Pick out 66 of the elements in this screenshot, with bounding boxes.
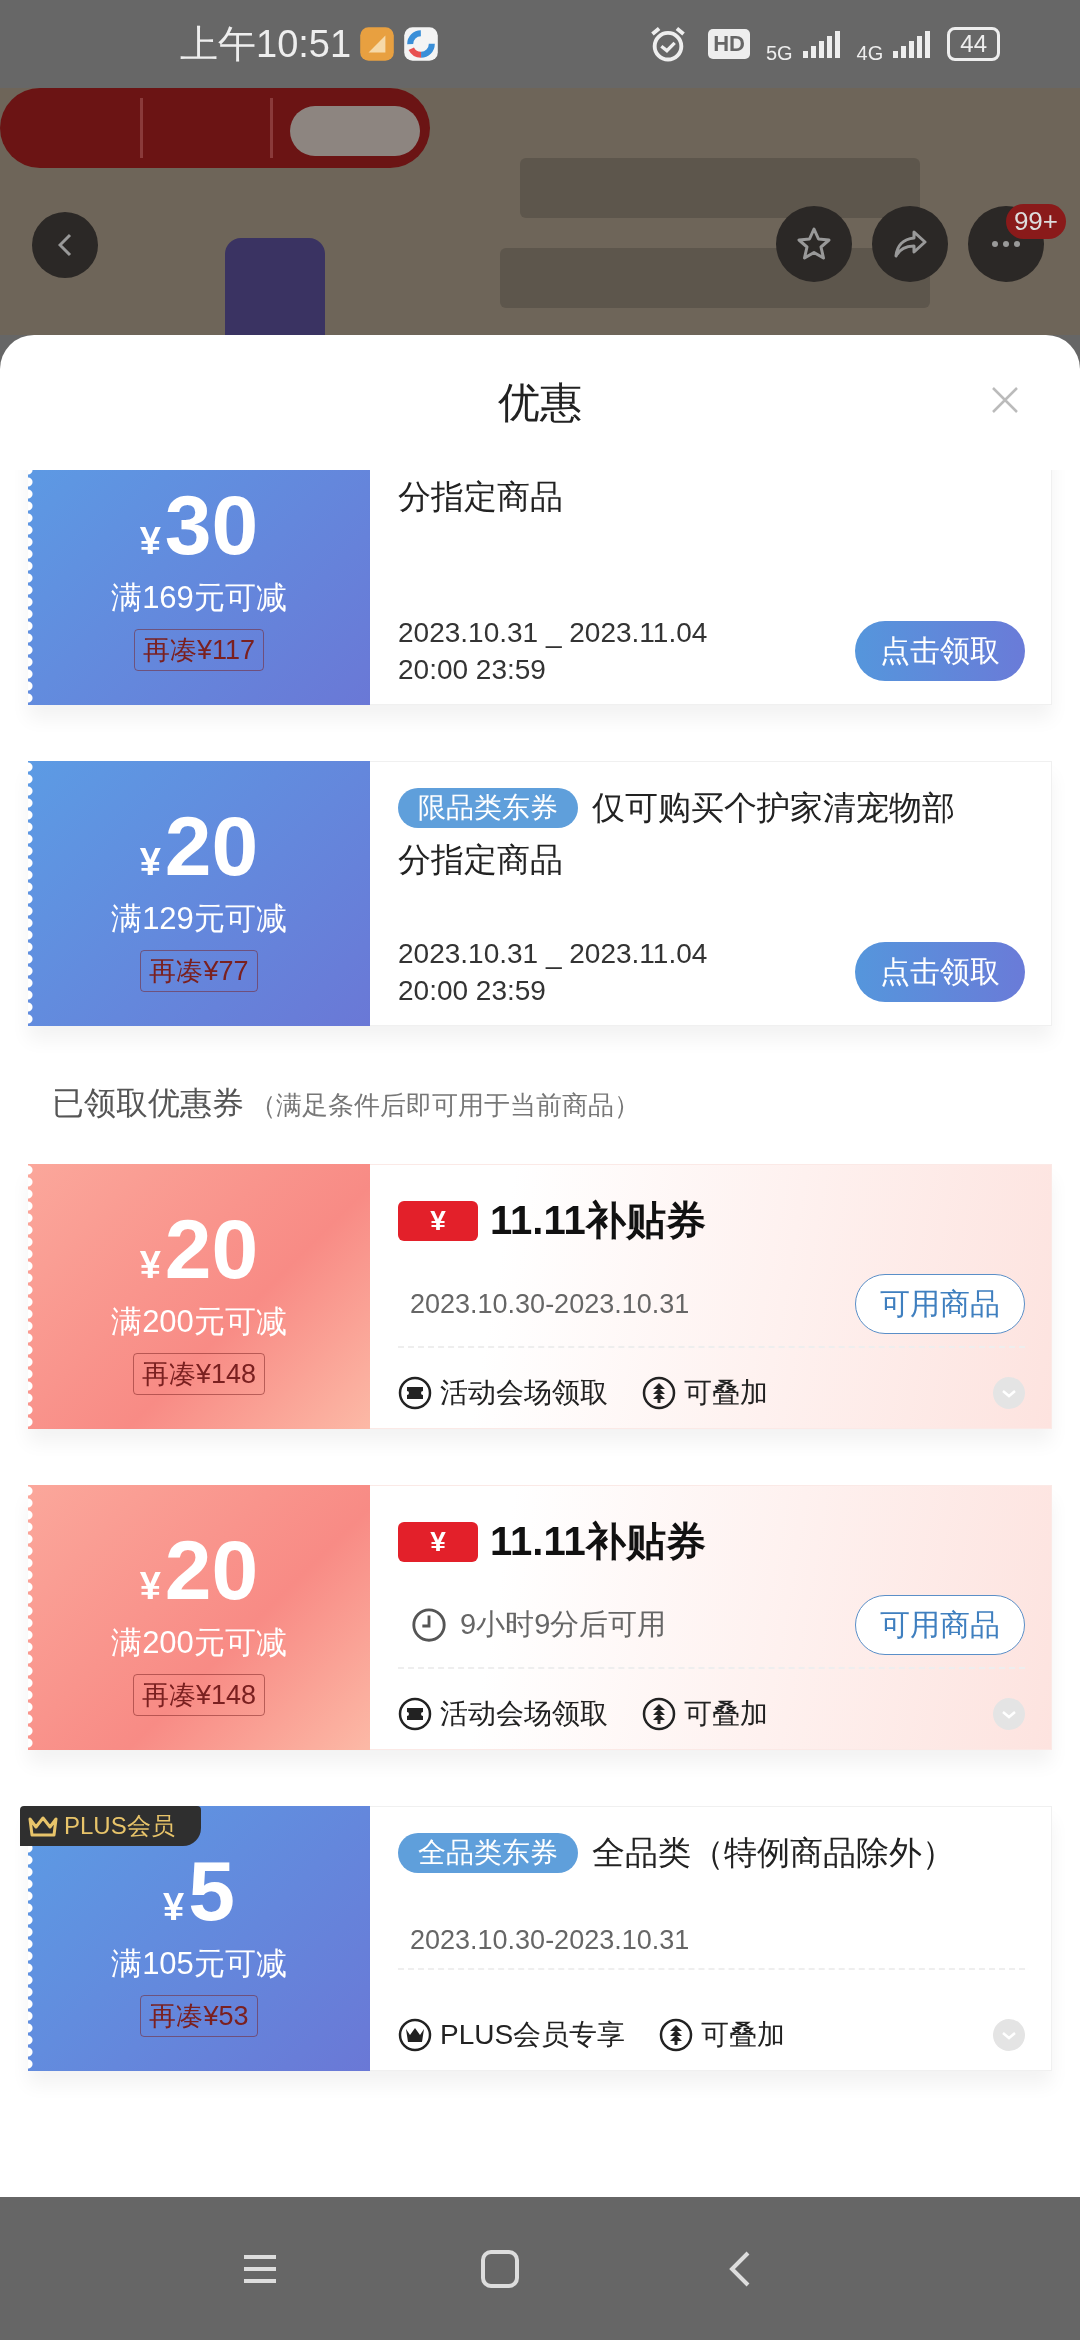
remaining-amount: 再凑¥148 <box>132 1352 266 1395</box>
section-note: （满足条件后即可用于当前商品） <box>250 1089 640 1122</box>
validity-date: 20:00 23:59 <box>398 974 547 1008</box>
coupon-condition: 满200元可减 <box>111 1623 287 1662</box>
validity-date: 20:00 23:59 <box>398 653 547 687</box>
back-icon <box>58 233 72 257</box>
coupon-amount: ¥5 <box>163 1848 235 1933</box>
coupon-title: 分指定商品 <box>398 839 563 880</box>
notification-icon <box>359 26 396 62</box>
badge-label: PLUS会员 <box>64 1811 175 1841</box>
coupon-feature: 活动会场领取 <box>440 1376 608 1410</box>
hd-indicator: HD <box>708 29 750 59</box>
more-icon <box>991 240 1021 248</box>
home-icon[interactable] <box>480 2248 520 2289</box>
coupon-condition: 满200元可减 <box>111 1302 287 1341</box>
coupon-logo-text: 11.11补贴券 <box>490 1197 706 1244</box>
network-label: 5G <box>765 41 793 65</box>
validity-date: 2023.10.30-2023.10.31 <box>410 1288 690 1320</box>
coupon-feature: PLUS会员专享 <box>440 2018 626 2052</box>
signal-icon <box>891 29 932 59</box>
validity-date: 2023.10.31 _ 2023.11.04 <box>398 937 708 971</box>
app-notification-icon <box>403 26 440 62</box>
clock-icon <box>410 1606 448 1644</box>
eligible-products-button[interactable]: 可用商品 <box>855 1274 1025 1334</box>
ticket-icon <box>398 1697 432 1731</box>
coupon-condition: 满169元可减 <box>111 578 287 617</box>
coupon-tag: 全品类东券 <box>398 1833 578 1873</box>
validity-date: 2023.10.30-2023.10.31 <box>410 1925 690 1956</box>
coupon-title: 分指定商品 <box>398 476 563 517</box>
coupon-condition: 满105元可减 <box>111 1944 287 1983</box>
coupon-feature: 活动会场领取 <box>440 1697 608 1731</box>
stack-icon <box>642 1376 676 1410</box>
coupon-condition: 满129元可减 <box>111 899 287 938</box>
stack-icon <box>642 1697 676 1731</box>
remaining-amount: 再凑¥77 <box>140 949 258 992</box>
validity-date: 2023.10.31 _ 2023.11.04 <box>398 616 708 650</box>
eligible-products-button[interactable]: 可用商品 <box>855 1595 1025 1655</box>
claim-button[interactable]: 点击领取 <box>855 621 1025 681</box>
coupon-logo-mark: ¥ <box>398 1521 478 1562</box>
coupon-feature: 可叠加 <box>684 1376 768 1410</box>
remaining-amount: 再凑¥117 <box>133 628 265 671</box>
signal-icon <box>800 29 841 59</box>
claim-button[interactable]: 点击领取 <box>855 942 1025 1002</box>
coupon-tag: 限品类东券 <box>398 788 578 828</box>
availability-countdown: 9小时9分后可用 <box>460 1607 667 1642</box>
section-title: 已领取优惠券 <box>52 1084 244 1123</box>
status-time: 上午10:51 <box>180 21 352 67</box>
battery-indicator: 44 <box>947 27 1000 61</box>
ticket-icon <box>398 1376 432 1410</box>
coupon-amount: ¥30 <box>139 482 259 567</box>
coupon-amount: ¥20 <box>139 1527 259 1612</box>
network-label: 4G <box>856 41 884 65</box>
remaining-amount: 再凑¥53 <box>140 1994 258 2037</box>
remaining-amount: 再凑¥148 <box>132 1673 266 1716</box>
coupon-amount: ¥20 <box>139 803 259 888</box>
coupon-logo-text: 11.11补贴券 <box>490 1518 706 1565</box>
crown-icon <box>28 1815 58 1837</box>
sheet-title: 优惠 <box>498 377 582 428</box>
coupon-feature: 可叠加 <box>701 2018 786 2052</box>
coupon-amount: ¥20 <box>139 1206 259 1291</box>
coupon-title: 全品类（特例商品除外） <box>592 1832 955 1873</box>
crown-icon <box>398 2018 432 2052</box>
stack-icon <box>659 2018 694 2052</box>
coupon-title: 仅可购买个护家清宠物部 <box>592 787 955 828</box>
coupon-logo-mark: ¥ <box>398 1200 478 1241</box>
coupon-feature: 可叠加 <box>684 1697 768 1731</box>
